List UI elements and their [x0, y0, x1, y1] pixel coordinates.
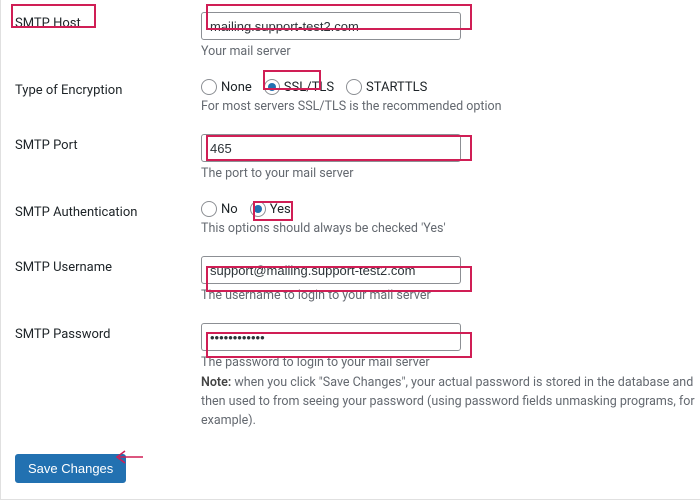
radio-encryption-ssltls[interactable] [264, 79, 280, 95]
input-smtp-pass[interactable] [201, 323, 461, 351]
note-rest: when you click "Save Changes", your actu… [201, 375, 695, 428]
radio-encryption-none[interactable] [201, 79, 217, 95]
save-changes-button[interactable]: Save Changes [15, 454, 126, 483]
row-smtp-user: SMTP Username The username to login to y… [1, 244, 700, 311]
radio-label-starttls: STARTTLS [366, 80, 427, 95]
radio-label-ssltls: SSL/TLS [284, 80, 334, 95]
radio-label-yes: Yes [270, 202, 291, 217]
input-smtp-port[interactable] [201, 134, 461, 162]
auth-radio-group: No Yes [201, 201, 700, 217]
hint-smtp-host: Your mail server [201, 44, 700, 59]
radio-label-no: No [221, 202, 238, 217]
radio-encryption-starttls[interactable] [346, 79, 362, 95]
input-smtp-user[interactable] [201, 256, 461, 284]
label-smtp-pass: SMTP Password [1, 323, 201, 342]
label-smtp-user: SMTP Username [1, 256, 201, 275]
label-smtp-port: SMTP Port [1, 134, 201, 153]
hint-encryption: For most servers SSL/TLS is the recommen… [201, 99, 700, 114]
radio-label-none: None [221, 80, 252, 95]
hint-smtp-auth: This options should always be checked 'Y… [201, 221, 700, 236]
row-smtp-port: SMTP Port The port to your mail server [1, 122, 700, 189]
radio-auth-no[interactable] [201, 201, 217, 217]
hint-smtp-user: The username to login to your mail serve… [201, 288, 700, 303]
input-smtp-host[interactable] [201, 12, 461, 40]
label-encryption: Type of Encryption [1, 79, 201, 98]
radio-auth-yes[interactable] [250, 201, 266, 217]
note-bold: Note: [201, 375, 231, 390]
hint-smtp-port: The port to your mail server [201, 166, 700, 181]
row-encryption: Type of Encryption None SSL/TLS STARTTLS… [1, 67, 700, 122]
row-smtp-auth: SMTP Authentication No Yes This options … [1, 189, 700, 244]
note-smtp-pass: Note: when you click "Save Changes", you… [201, 374, 700, 430]
smtp-settings-form: SMTP Host Your mail server Type of Encry… [1, 0, 700, 438]
hint-smtp-pass: The password to login to your mail serve… [201, 355, 700, 370]
label-smtp-auth: SMTP Authentication [1, 201, 201, 220]
row-smtp-host: SMTP Host Your mail server [1, 0, 700, 67]
label-smtp-host: SMTP Host [1, 12, 201, 31]
encryption-radio-group: None SSL/TLS STARTTLS [201, 79, 700, 95]
row-smtp-pass: SMTP Password The password to login to y… [1, 311, 700, 438]
